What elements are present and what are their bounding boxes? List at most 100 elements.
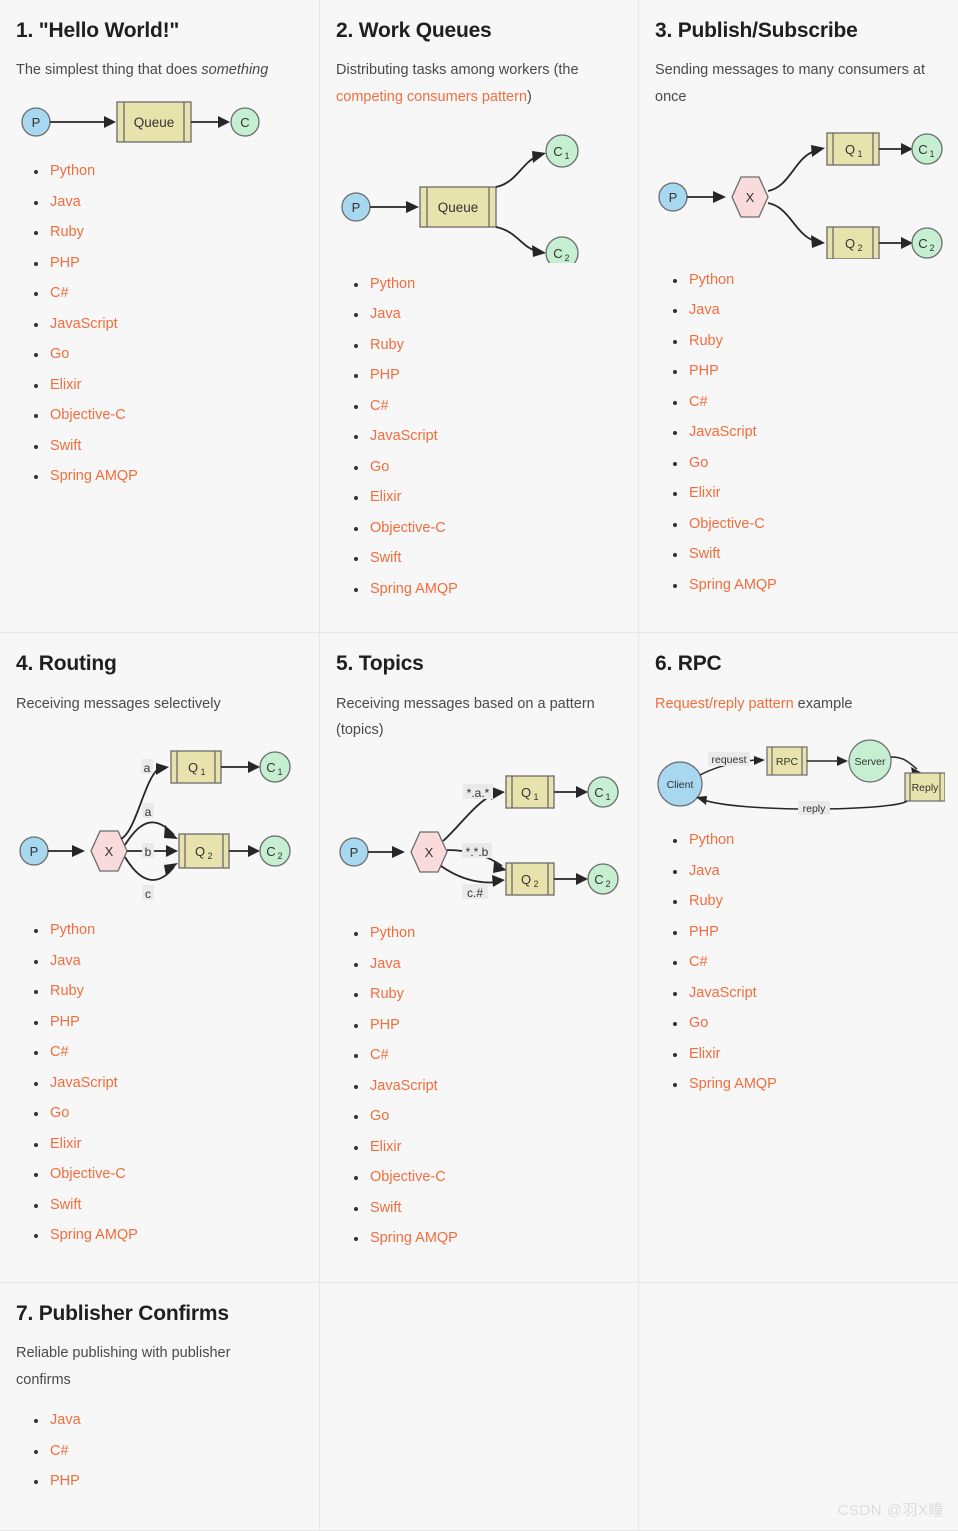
list-item[interactable]: JavaScript xyxy=(673,986,942,1017)
list-item[interactable]: Ruby xyxy=(354,337,622,369)
list-item[interactable]: Ruby xyxy=(673,333,942,365)
list-item[interactable]: Elixir xyxy=(673,486,942,517)
list-item[interactable]: Go xyxy=(34,346,303,378)
language-link[interactable]: Ruby xyxy=(370,337,404,353)
list-item[interactable]: Java xyxy=(34,1412,303,1444)
list-item[interactable]: PHP xyxy=(34,1473,303,1505)
language-link[interactable]: C# xyxy=(50,285,69,301)
list-item[interactable]: Java xyxy=(673,863,942,895)
list-item[interactable]: Spring AMQP xyxy=(354,1230,622,1262)
language-link[interactable]: Go xyxy=(689,1015,708,1031)
list-item[interactable]: Elixir xyxy=(34,1136,303,1168)
language-link[interactable]: JavaScript xyxy=(50,1075,118,1091)
list-item[interactable]: C# xyxy=(34,285,303,317)
list-item[interactable]: JavaScript xyxy=(354,429,622,460)
list-item[interactable]: PHP xyxy=(673,924,942,956)
language-link[interactable]: JavaScript xyxy=(50,316,118,332)
list-item[interactable]: Spring AMQP xyxy=(673,1076,942,1108)
list-item[interactable]: Java xyxy=(354,307,622,338)
list-item[interactable]: Ruby xyxy=(34,225,303,256)
language-link[interactable]: Spring AMQP xyxy=(370,1230,458,1246)
language-link[interactable]: Swift xyxy=(50,1197,81,1213)
language-link[interactable]: Swift xyxy=(370,1200,401,1216)
language-link[interactable]: Go xyxy=(50,346,69,362)
list-item[interactable]: Java xyxy=(34,194,303,226)
language-link[interactable]: C# xyxy=(689,954,708,970)
list-item[interactable]: Swift xyxy=(673,546,942,578)
list-item[interactable]: Go xyxy=(34,1106,303,1137)
language-link[interactable]: Python xyxy=(50,163,95,179)
language-link[interactable]: Objective-C xyxy=(370,520,446,536)
list-item[interactable]: Swift xyxy=(34,1197,303,1229)
language-link[interactable]: C# xyxy=(370,398,389,414)
list-item[interactable]: PHP xyxy=(354,367,622,399)
list-item[interactable]: Ruby xyxy=(354,987,622,1018)
list-item[interactable]: Swift xyxy=(354,551,622,582)
list-item[interactable]: Go xyxy=(673,1015,942,1047)
list-item[interactable]: Python xyxy=(34,922,303,954)
language-link[interactable]: Objective-C xyxy=(50,1166,126,1182)
list-item[interactable]: Objective-C xyxy=(673,516,942,548)
language-link[interactable]: PHP xyxy=(50,255,80,271)
list-item[interactable]: Go xyxy=(354,460,622,491)
language-link[interactable]: Objective-C xyxy=(689,516,765,532)
language-link[interactable]: Elixir xyxy=(370,1139,401,1155)
language-link[interactable]: PHP xyxy=(370,367,400,383)
language-link[interactable]: Spring AMQP xyxy=(689,577,777,593)
list-item[interactable]: Swift xyxy=(354,1200,622,1232)
list-item[interactable]: Python xyxy=(673,833,942,864)
list-item[interactable]: Objective-C xyxy=(354,520,622,552)
list-item[interactable]: Elixir xyxy=(354,1139,622,1171)
language-link[interactable]: PHP xyxy=(50,1014,80,1030)
language-link[interactable]: Ruby xyxy=(50,983,84,999)
list-item[interactable]: C# xyxy=(34,1444,303,1475)
language-link[interactable]: Objective-C xyxy=(370,1169,446,1185)
language-link[interactable]: C# xyxy=(370,1047,389,1063)
language-link[interactable]: PHP xyxy=(689,924,719,940)
language-link[interactable]: Java xyxy=(50,194,81,210)
list-item[interactable]: PHP xyxy=(34,255,303,287)
list-item[interactable]: Java xyxy=(34,953,303,985)
language-link[interactable]: PHP xyxy=(50,1473,80,1489)
language-link[interactable]: Swift xyxy=(689,546,720,562)
list-item[interactable]: Objective-C xyxy=(34,407,303,439)
language-link[interactable]: Python xyxy=(370,925,415,941)
language-link[interactable]: Spring AMQP xyxy=(370,581,458,597)
language-link[interactable]: Java xyxy=(689,863,720,879)
list-item[interactable]: Spring AMQP xyxy=(34,1228,303,1259)
language-link[interactable]: Ruby xyxy=(689,893,723,909)
list-item[interactable]: JavaScript xyxy=(34,316,303,348)
list-item[interactable]: Python xyxy=(673,273,942,304)
language-link[interactable]: Elixir xyxy=(370,489,401,505)
language-link[interactable]: Go xyxy=(370,1108,389,1124)
language-link[interactable]: Elixir xyxy=(50,377,81,393)
language-link[interactable]: Java xyxy=(50,1412,81,1428)
list-item[interactable]: Swift xyxy=(34,438,303,470)
list-item[interactable]: JavaScript xyxy=(673,425,942,456)
list-item[interactable]: Go xyxy=(354,1108,622,1140)
language-link[interactable]: Ruby xyxy=(689,333,723,349)
language-link[interactable]: Python xyxy=(50,922,95,938)
language-link[interactable]: Elixir xyxy=(50,1136,81,1152)
list-item[interactable]: Python xyxy=(34,163,303,195)
list-item[interactable]: Objective-C xyxy=(354,1169,622,1201)
list-item[interactable]: Python xyxy=(354,277,622,308)
list-item[interactable]: Ruby xyxy=(34,983,303,1015)
list-item[interactable]: PHP xyxy=(673,364,942,395)
language-link[interactable]: Spring AMQP xyxy=(689,1076,777,1092)
language-link[interactable]: Java xyxy=(689,302,720,318)
list-item[interactable]: Python xyxy=(354,925,622,957)
language-link[interactable]: Java xyxy=(50,953,81,969)
list-item[interactable]: Spring AMQP xyxy=(673,577,942,609)
desc-link[interactable]: competing consumers pattern xyxy=(336,89,527,105)
language-link[interactable]: PHP xyxy=(370,1017,400,1033)
list-item[interactable]: Elixir xyxy=(673,1047,942,1078)
list-item[interactable]: JavaScript xyxy=(354,1078,622,1110)
list-item[interactable]: Elixir xyxy=(354,489,622,521)
language-link[interactable]: Objective-C xyxy=(50,407,126,423)
language-link[interactable]: Spring AMQP xyxy=(50,468,138,484)
language-link[interactable]: Swift xyxy=(50,438,81,454)
list-item[interactable]: C# xyxy=(34,1045,303,1076)
language-link[interactable]: C# xyxy=(689,394,708,410)
list-item[interactable]: JavaScript xyxy=(34,1075,303,1107)
